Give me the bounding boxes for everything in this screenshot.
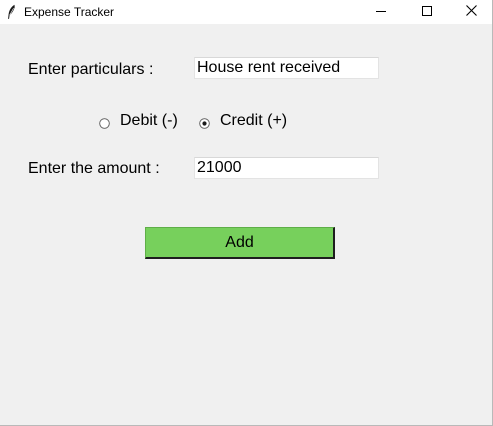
close-button[interactable] xyxy=(448,0,493,24)
expense-tracker-window: Expense Tracker Enter particulars : Debi… xyxy=(0,0,493,426)
credit-radio[interactable]: Credit (+) xyxy=(199,111,287,131)
window-title: Expense Tracker xyxy=(24,5,115,19)
amount-input[interactable] xyxy=(194,157,379,179)
minimize-button[interactable] xyxy=(358,0,404,24)
maximize-icon xyxy=(422,3,432,21)
feather-icon xyxy=(5,4,17,20)
maximize-button[interactable] xyxy=(404,0,450,24)
close-icon xyxy=(465,3,477,21)
debit-radio-indicator[interactable] xyxy=(99,116,110,129)
amount-label: Enter the amount : xyxy=(28,160,160,177)
title-bar[interactable]: Expense Tracker xyxy=(0,0,492,24)
particulars-input[interactable] xyxy=(194,57,379,79)
debit-radio[interactable]: Debit (-) xyxy=(99,111,178,131)
add-button[interactable]: Add xyxy=(145,227,335,259)
minimize-icon xyxy=(376,3,386,21)
credit-radio-label: Credit (+) xyxy=(220,112,288,129)
debit-radio-label: Debit (-) xyxy=(120,112,178,129)
particulars-label: Enter particulars : xyxy=(28,61,154,78)
credit-radio-indicator[interactable] xyxy=(199,116,210,129)
